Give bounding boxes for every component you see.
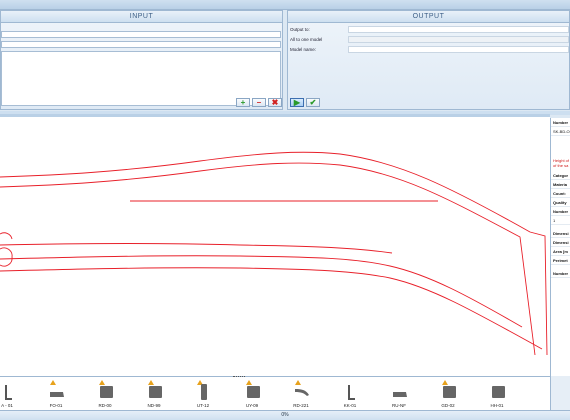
part-thumbnail[interactable]: KK-01 <box>335 380 365 410</box>
part-label: HH-01 <box>490 403 504 408</box>
drawing-canvas[interactable] <box>0 114 550 376</box>
add-button[interactable]: + <box>236 98 250 107</box>
model-name-row: Model name: <box>290 45 569 54</box>
property-row: Area [m <box>551 247 570 256</box>
check-icon: ✔ <box>309 98 317 107</box>
part-label: RD-221 <box>293 403 309 408</box>
input-button-row: + – ✖ <box>236 98 282 107</box>
confirm-button[interactable]: ✔ <box>306 98 320 107</box>
part-label: UY-09 <box>245 403 259 408</box>
plus-icon: + <box>240 98 246 107</box>
property-row: SK-BD-OF <box>551 129 570 136</box>
model-name-label: Model name: <box>290 47 317 52</box>
tray-scrollbar[interactable] <box>550 376 570 410</box>
part-label: ND-99 <box>147 403 161 408</box>
part-thumbnail[interactable]: RD-00 <box>90 380 120 410</box>
output-to-row: Output to: <box>290 25 569 34</box>
outline-outer-bottom <box>0 267 543 350</box>
part-thumbnail[interactable]: HH-01 <box>482 380 512 410</box>
part-thumbnail[interactable]: UY-09 <box>237 380 267 410</box>
minus-icon: – <box>256 98 262 107</box>
input-field-2[interactable] <box>1 41 281 48</box>
part-thumbnail[interactable]: FO-01 <box>41 380 71 410</box>
outline-inner-bottom <box>0 255 523 328</box>
property-row: of the sa <box>553 163 569 168</box>
property-row: Number <box>551 271 570 278</box>
properties-panel: NumberSK-BD-OFHeight ofof the saCategorM… <box>550 118 570 376</box>
output-panel: OUTPUT Output to: All to one model Model… <box>287 10 570 110</box>
progress-text: 0% <box>281 412 289 418</box>
end-arc-bottom <box>0 247 13 267</box>
property-row: Materia <box>551 180 570 189</box>
outline-outer-top <box>0 151 548 356</box>
part-shape-icon <box>492 386 505 398</box>
part-outline-drawing <box>0 151 548 356</box>
part-shape-icon <box>247 386 260 398</box>
remove-button[interactable]: – <box>252 98 266 107</box>
part-shape-icon <box>100 386 113 398</box>
property-row: Perimet <box>551 256 570 265</box>
property-row: 1 <box>551 216 570 225</box>
part-shape-icon <box>295 389 309 396</box>
property-row: Number <box>551 209 570 216</box>
input-field-1[interactable] <box>1 31 281 38</box>
input-panel-title: INPUT <box>1 11 282 23</box>
part-thumbnail[interactable]: ND-99 <box>139 380 169 410</box>
part-label: KK-01 <box>343 403 357 408</box>
end-arc-top <box>0 232 13 240</box>
part-thumbnail[interactable]: UT-12 <box>188 380 218 410</box>
output-to-label: Output to: <box>290 27 310 32</box>
property-row: Dimensi <box>551 240 570 247</box>
part-shape-icon <box>5 385 12 400</box>
part-shape-icon <box>149 386 162 398</box>
part-thumbnail[interactable]: RU-NF <box>384 380 414 410</box>
run-button[interactable]: ▶ <box>290 98 304 107</box>
input-panel: INPUT + – ✖ <box>0 10 283 110</box>
part-label: RU-NF <box>392 403 406 408</box>
part-shape-icon <box>393 392 407 397</box>
title-strip <box>0 0 570 10</box>
status-bar: 0% <box>0 410 570 420</box>
part-label: GD-02 <box>441 403 455 408</box>
all-to-one-checkbox[interactable] <box>348 36 569 43</box>
play-icon: ▶ <box>293 98 301 107</box>
part-thumbnail[interactable]: A - 01 <box>0 380 22 410</box>
output-to-field[interactable] <box>348 26 569 33</box>
part-thumbnail[interactable]: RD-221 <box>286 380 316 410</box>
property-row: Categor <box>551 173 570 180</box>
property-row: Number <box>551 120 570 127</box>
part-label: RD-00 <box>98 403 112 408</box>
model-name-field[interactable] <box>348 46 569 53</box>
property-row: Count: <box>551 189 570 198</box>
part-shape-icon <box>348 385 355 400</box>
property-row: Dimensi <box>551 231 570 238</box>
tray-grip[interactable] <box>233 376 245 378</box>
part-thumbnail[interactable]: GD-02 <box>433 380 463 410</box>
property-row: Quality <box>551 198 570 207</box>
part-label: UT-12 <box>196 403 210 408</box>
all-to-one-row: All to one model <box>290 35 569 44</box>
part-label: A - 01 <box>1 403 13 408</box>
outline-mid-line <box>0 243 393 254</box>
output-button-row: ▶ ✔ <box>290 98 320 107</box>
all-to-one-label: All to one model <box>290 37 323 42</box>
delete-button[interactable]: ✖ <box>268 98 282 107</box>
output-panel-title: OUTPUT <box>288 11 569 23</box>
part-shape-icon <box>443 386 456 398</box>
part-label: FO-01 <box>49 403 63 408</box>
x-icon: ✖ <box>271 98 279 107</box>
part-shape-icon <box>201 384 207 400</box>
part-shape-icon <box>50 392 64 397</box>
parts-tray: A - 01 FO-01 RD-00 ND-99 UT-12 UY-09 RD-221 KK-… <box>0 376 550 410</box>
